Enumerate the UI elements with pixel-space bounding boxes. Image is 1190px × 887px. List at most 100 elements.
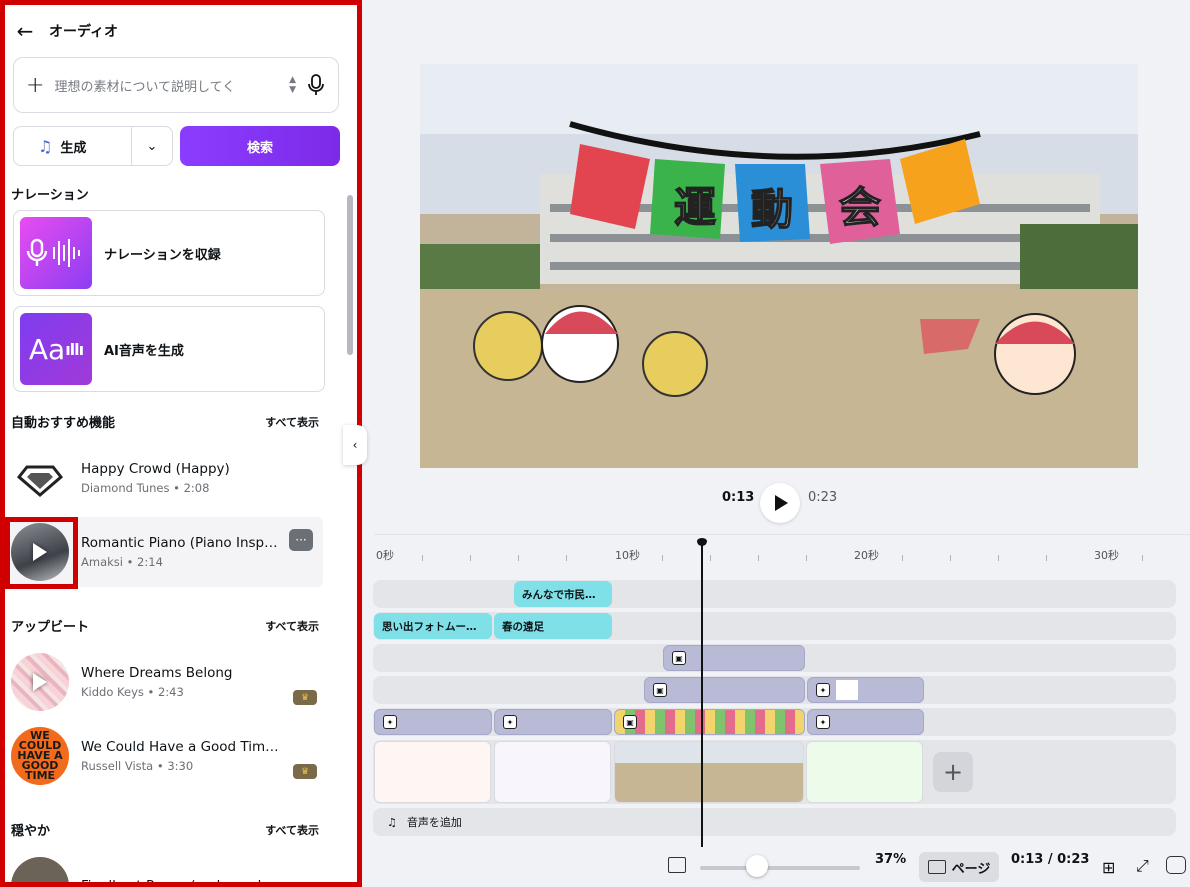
grid-view-icon[interactable]: ⊞	[1102, 858, 1115, 877]
sparkle-icon: ✦	[816, 683, 830, 697]
generate-button[interactable]: ♫ 生成	[14, 127, 132, 165]
search-button[interactable]: 検索	[180, 126, 340, 166]
track-item[interactable]: Happy Crowd (Happy) Diamond Tunes • 2:08	[11, 443, 323, 513]
diamond-logo-icon	[16, 465, 64, 497]
page-clip[interactable]	[494, 741, 611, 803]
track-info: Happy Crowd (Happy) Diamond Tunes • 2:08	[81, 461, 281, 495]
ai-voice-icon: Aa ıllı	[20, 313, 92, 385]
page-clip[interactable]	[806, 741, 923, 803]
ruler-tick: 30秒	[1094, 549, 1119, 562]
play-icon	[775, 495, 788, 511]
element-clip[interactable]: ✦	[807, 677, 924, 703]
page-view-button[interactable]: ページ	[919, 852, 999, 882]
track-subtitle: Amaksi • 2:14	[81, 555, 163, 569]
canvas-illustration: 運 動 会	[420, 64, 1138, 468]
track-item[interactable]: Where Dreams Belong Kiddo Keys • 2:43 ♛	[11, 647, 323, 717]
add-audio-track[interactable]: ♫ 音声を追加	[373, 808, 1176, 836]
audio-panel: ← オーディオ + 理想の素材について説明してく ▲ ▼ ♫ 生成 ⌄ 検索 ナレ…	[0, 0, 362, 887]
ai-voice-label: AI音声を生成	[104, 343, 184, 359]
assistant-robot-icon[interactable]	[1166, 856, 1186, 874]
page-clip[interactable]	[614, 741, 804, 803]
show-all-upbeat[interactable]: すべて表示	[265, 618, 319, 634]
timeline-layout-icon[interactable]	[668, 857, 686, 873]
track-item[interactable]: Finally at Peace (no bowed bowls…	[11, 851, 323, 882]
timeline-track: ▣ ✦	[373, 676, 1176, 704]
track-info: Where Dreams Belong Kiddo Keys • 2:43	[81, 665, 281, 699]
collapse-panel-button[interactable]: ‹	[343, 425, 367, 465]
element-clip[interactable]: ▣	[663, 645, 805, 671]
footer-time: 0:13 / 0:23	[1011, 852, 1090, 867]
image-icon: ▣	[653, 683, 667, 697]
element-clip[interactable]: ✦	[494, 709, 612, 735]
more-options-button[interactable]: ···	[289, 529, 313, 551]
current-time: 0:13	[722, 490, 755, 505]
ai-voice-icon-text: Aa	[28, 332, 66, 366]
timeline-track: ▣	[373, 644, 1176, 672]
sparkle-icon: ✦	[503, 715, 517, 729]
music-note-icon: ♫	[38, 136, 53, 156]
add-page-button[interactable]: +	[933, 752, 973, 792]
element-clip[interactable]: ✦	[807, 709, 924, 735]
timeline-track: 思い出フォトムー… 春の遠足	[373, 612, 1176, 640]
banner-char-1: 運	[674, 183, 716, 232]
play-icon[interactable]	[33, 673, 47, 691]
plus-icon[interactable]: +	[26, 73, 44, 98]
play-button[interactable]	[760, 483, 800, 523]
fullscreen-icon[interactable]: ⤢	[1136, 856, 1149, 876]
panel-title: オーディオ	[49, 24, 119, 40]
back-arrow-icon[interactable]: ←	[13, 19, 37, 43]
panel-header: ← オーディオ	[13, 19, 118, 43]
track-thumbnail	[11, 857, 69, 882]
track-thumbnail: WE COULD HAVE A GOOD TIME	[11, 727, 69, 785]
music-note-icon: ♫	[387, 815, 397, 829]
section-heading-upbeat: アップビート	[11, 620, 90, 635]
zoom-slider-knob[interactable]	[746, 855, 768, 877]
resize-arrows-icon[interactable]: ▲ ▼	[289, 75, 296, 95]
text-clip[interactable]: みんなで市民…	[514, 581, 612, 607]
design-canvas[interactable]: 運 動 会	[420, 64, 1138, 468]
panel-scrollbar[interactable]	[347, 195, 353, 355]
element-clip[interactable]: ▣	[614, 709, 805, 735]
ai-voice-card[interactable]: Aa ıllı AI音声を生成	[13, 306, 325, 392]
track-name: Where Dreams Belong	[81, 665, 233, 681]
search-box[interactable]: + 理想の素材について説明してく ▲ ▼	[13, 57, 339, 113]
record-narration-label: ナレーションを収録	[104, 247, 221, 263]
zoom-slider[interactable]	[700, 866, 860, 870]
page-icon	[927, 860, 946, 874]
track-info: Romantic Piano (Piano Inspi… Amaksi • 2:…	[81, 535, 281, 569]
track-name: Romantic Piano (Piano Inspi…	[81, 535, 281, 551]
section-heading-calm: 穏やか	[11, 824, 51, 839]
track-thumbnail	[11, 449, 69, 507]
track-subtitle: Diamond Tunes • 2:08	[81, 481, 210, 495]
search-input[interactable]: 理想の素材について説明してく	[54, 76, 279, 95]
track-subtitle: Russell Vista • 3:30	[81, 759, 194, 773]
playhead[interactable]	[697, 538, 707, 847]
element-clip[interactable]: ✦	[374, 709, 492, 735]
text-clip[interactable]: 春の遠足	[494, 613, 612, 639]
banner-char-3: 会	[839, 183, 881, 232]
timeline-track: ✦ ✦ ▣ ✦	[373, 708, 1176, 736]
image-icon: ▣	[623, 715, 637, 729]
page-clip[interactable]	[374, 741, 491, 803]
generate-label: 生成	[60, 140, 87, 156]
record-narration-card[interactable]: ナレーションを収録	[13, 210, 325, 296]
show-all-calm[interactable]: すべて表示	[265, 822, 319, 838]
track-info: We Could Have a Good Time (Inst… Russell…	[81, 739, 281, 773]
text-clip[interactable]: 思い出フォトムー…	[374, 613, 492, 639]
chevron-down-icon[interactable]: ⌄	[132, 139, 172, 154]
timeline-track: みんなで市民…	[373, 580, 1176, 608]
track-name: We Could Have a Good Time (Inst…	[81, 739, 281, 755]
microphone-icon[interactable]	[306, 74, 326, 96]
narration-heading: ナレーション	[11, 188, 89, 203]
track-art-text: WE COULD HAVE A GOOD TIME	[17, 729, 63, 782]
timeline-ruler[interactable]: 0秒 10秒 20秒 30秒	[374, 534, 1190, 564]
add-audio-label: 音声を追加	[406, 816, 462, 829]
crown-icon: ♛	[293, 764, 317, 779]
total-time: 0:23	[808, 490, 838, 505]
crown-icon: ♛	[293, 690, 317, 705]
sparkle-icon: ✦	[816, 715, 830, 729]
track-item[interactable]: WE COULD HAVE A GOOD TIME We Could Have …	[11, 721, 323, 791]
generate-button-group: ♫ 生成 ⌄	[13, 126, 173, 166]
element-clip[interactable]: ▣	[644, 677, 805, 703]
show-all-recommended[interactable]: すべて表示	[265, 414, 319, 430]
